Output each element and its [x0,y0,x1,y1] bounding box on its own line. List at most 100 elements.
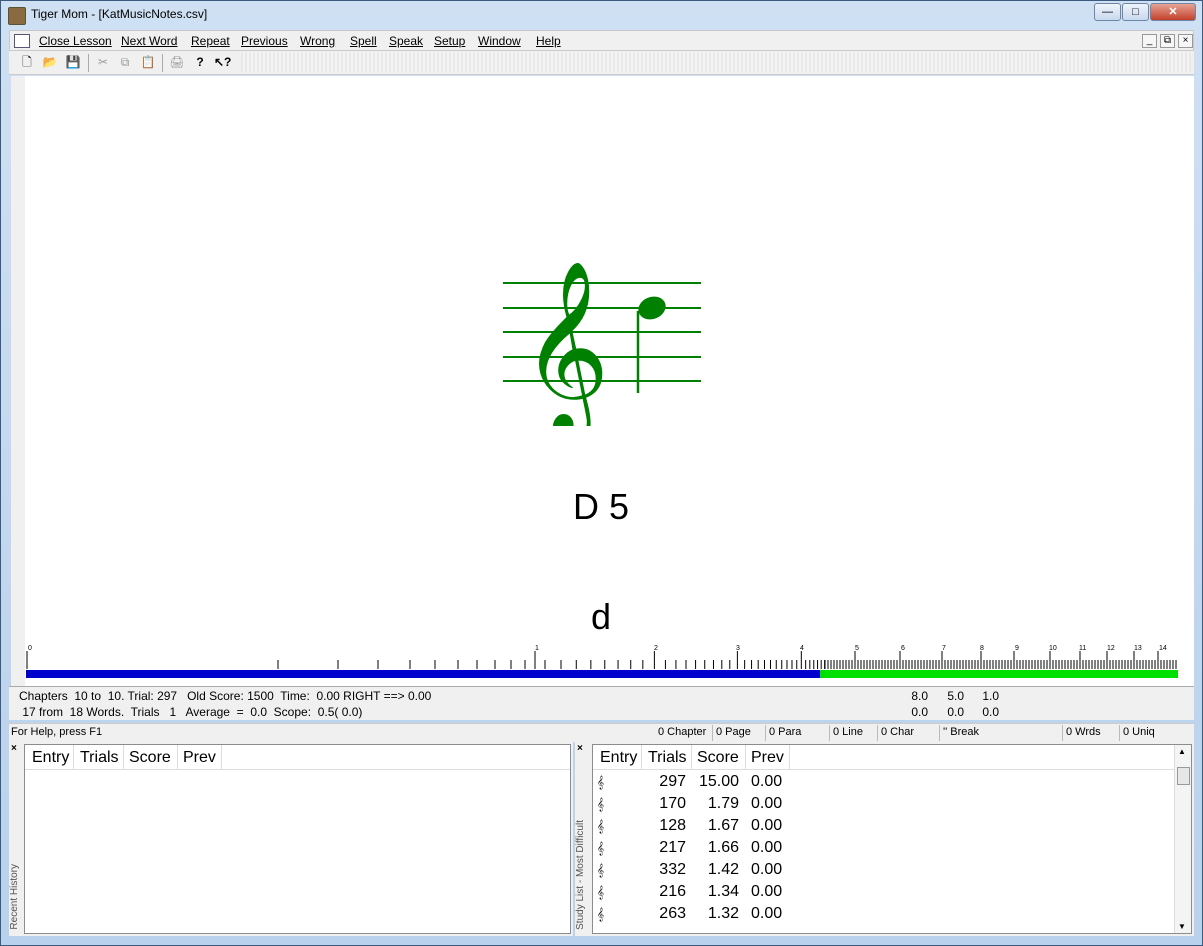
ruler-labels: 0 1 2 3 4 5 6 7 8 9 10 11 12 13 14 [28,645,1167,652]
progress-bar-green [820,670,1178,678]
window-title: Tiger Mom - [KatMusicNotes.csv] [31,7,208,21]
ruler-label: 8 [980,645,984,652]
paste-icon[interactable]: 📋 [140,54,156,70]
study-list[interactable]: Entry Trials Score Prev 𝄞 297 15.00 0.00 𝄞 17… [592,744,1192,934]
column-prev[interactable]: Prev [751,749,784,769]
status-help-text: For Help, press F1 [11,726,103,738]
ruler-label: 10 [1049,645,1057,652]
minimize-button[interactable]: — [1094,3,1121,21]
context-help-icon[interactable]: ↖? [214,54,231,70]
column-trials[interactable]: Trials [80,749,119,769]
menu-close-lesson[interactable]: Close Lesson [39,34,112,48]
menu-previous[interactable]: Previous [241,34,288,48]
save-icon[interactable]: 💾 [65,54,81,70]
scroll-up-icon[interactable]: ▲ [1178,747,1186,756]
new-file-icon[interactable]: 🗋 [19,54,35,70]
table-row[interactable]: 𝄞 216 1.34 0.00 [593,881,1191,903]
close-pane-icon[interactable]: × [11,743,17,754]
mdi-close-button[interactable]: × [1178,34,1193,48]
ruler-ticks [26,651,1177,669]
table-row[interactable]: 𝄞 297 15.00 0.00 [593,771,1191,793]
table-row[interactable]: 𝄞 332 1.42 0.00 [593,859,1191,881]
study-list-pane: × Study List - Most Difficult Entry Tria… [575,742,1194,936]
recent-history-pane: × Recent History Entry Trials Score Prev [9,742,573,936]
cell-prev: 0.00 [751,883,783,900]
status-uniq: 0 Uniq [1123,726,1155,738]
vertical-scrollbar[interactable]: ▲ ▼ [1174,745,1191,933]
column-entry[interactable]: Entry [32,749,69,769]
status-line: 0 Line [833,726,863,738]
list-header: Entry Trials Score Prev [25,745,570,770]
note-entry-icon: 𝄞 [597,907,605,921]
menu-setup[interactable]: Setup [434,34,465,48]
ruler-label: 13 [1134,645,1142,652]
cell-trials: 217 [659,839,686,856]
note-entry-icon: 𝄞 [597,885,605,899]
menu-wrong[interactable]: Wrong [300,34,335,48]
menu-speak[interactable]: Speak [389,34,423,48]
title-bar[interactable]: Tiger Mom - [KatMusicNotes.csv] — □ ✕ [1,1,1202,29]
column-score[interactable]: Score [129,749,171,769]
table-row[interactable]: 𝄞 217 1.66 0.00 [593,837,1191,859]
lesson-status-panel: Chapters 10 to 10. Trial: 297 Old Score:… [9,686,1194,720]
copy-icon[interactable]: ⧉ [117,54,133,70]
ruler-label: 1 [535,645,539,652]
ruler-label: 4 [800,645,804,652]
table-row[interactable]: 𝄞 170 1.79 0.00 [593,793,1191,815]
status-wrds: 0 Wrds [1066,726,1101,738]
treble-clef-icon: 𝄞 [521,260,610,426]
ruler-label: 12 [1107,645,1115,652]
ruler-label: 0 [28,645,32,652]
maximize-button[interactable]: □ [1122,3,1149,21]
app-icon[interactable] [8,7,26,25]
note-entry-icon: 𝄞 [597,863,605,877]
column-prev[interactable]: Prev [183,749,216,769]
recent-history-list[interactable]: Entry Trials Score Prev [24,744,571,934]
close-pane-icon[interactable]: × [577,743,583,754]
cell-prev: 0.00 [751,861,783,878]
menu-next-word[interactable]: Next Word [121,34,177,48]
ruler-label: 11 [1079,645,1086,652]
note-entry-icon: 𝄞 [597,819,605,833]
cell-trials: 170 [659,795,686,812]
menu-spell[interactable]: Spell [350,34,377,48]
note-entry-icon: 𝄞 [597,841,605,855]
list-header: Entry Trials Score Prev [593,745,1191,770]
cell-prev: 0.00 [751,773,783,790]
note-head [638,296,666,320]
answer-text: d [590,596,612,637]
menu-repeat[interactable]: Repeat [191,34,230,48]
study-list-label: Study List - Most Difficult [575,820,586,930]
menu-help[interactable]: Help [536,34,561,48]
status-chapter: 0 Chapter [658,726,707,738]
table-row[interactable]: 𝄞 263 1.32 0.00 [593,903,1191,925]
column-trials[interactable]: Trials [648,749,687,769]
scroll-down-icon[interactable]: ▼ [1178,922,1186,931]
note-name-label: D 5 [572,486,630,527]
document-icon[interactable] [14,34,30,48]
help-icon[interactable]: ? [192,54,208,70]
toolbar-separator [162,54,163,72]
mdi-minimize-button[interactable]: _ [1142,34,1157,48]
print-icon[interactable]: 🖨 [169,54,185,70]
column-entry[interactable]: Entry [600,749,637,769]
cell-score: 1.67 [707,817,739,834]
column-score[interactable]: Score [697,749,739,769]
progress-bar-blue [26,670,820,678]
ruler-label: 5 [855,645,859,652]
table-row[interactable]: 𝄞 128 1.67 0.00 [593,815,1191,837]
scroll-thumb[interactable] [1177,767,1190,785]
status-line-2: 17 from 18 Words. Trials 1 Average = 0.0… [19,705,363,719]
cell-prev: 0.00 [751,905,783,922]
cut-icon[interactable]: ✂ [95,54,111,70]
toolbar-gripper [241,53,1191,72]
open-folder-icon[interactable]: 📂 [42,54,58,70]
mdi-restore-button[interactable]: ⧉ [1160,34,1175,48]
cell-prev: 0.00 [751,839,783,856]
cell-score: 1.34 [707,883,739,900]
cell-score: 1.42 [707,861,739,878]
close-button[interactable]: ✕ [1150,3,1196,21]
cell-prev: 0.00 [751,817,783,834]
menu-window[interactable]: Window [478,34,521,48]
ruler-label: 2 [654,645,658,652]
